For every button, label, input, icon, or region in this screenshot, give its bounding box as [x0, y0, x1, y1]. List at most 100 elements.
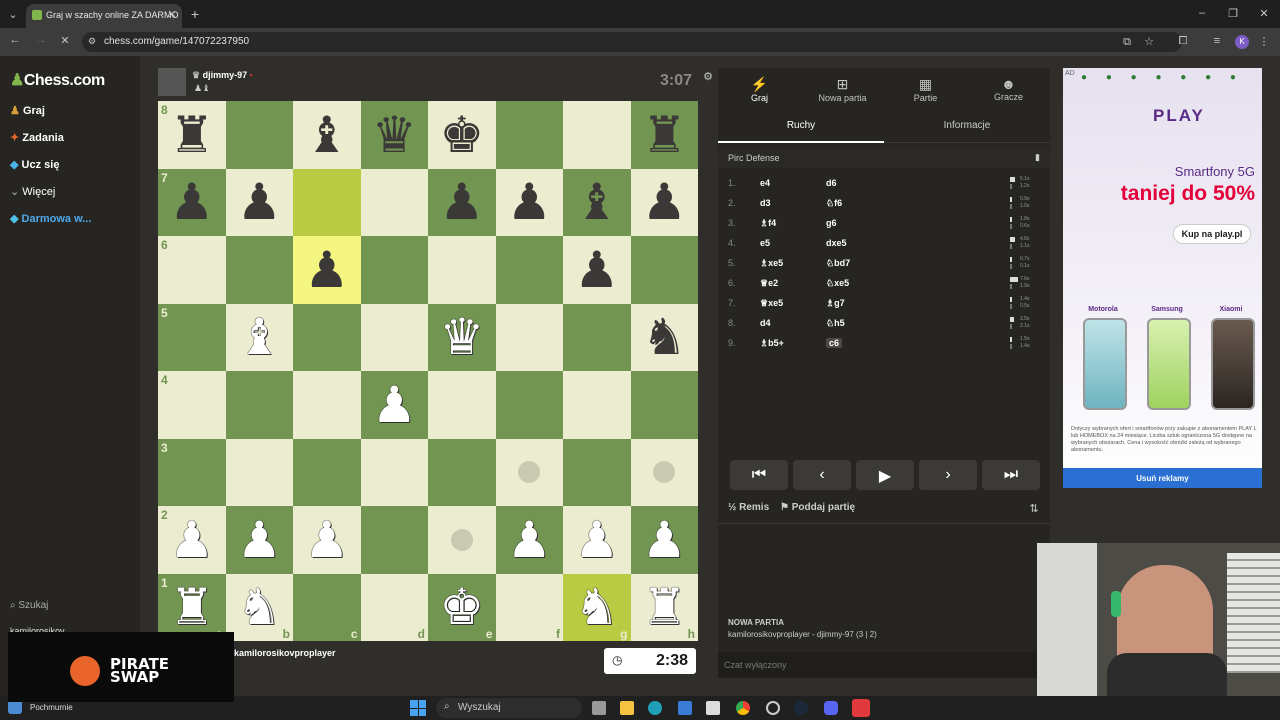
white-move[interactable]: ♕xe5	[760, 298, 783, 309]
black-king-piece[interactable]: ♚	[439, 110, 484, 160]
settings-app-icon[interactable]	[766, 701, 780, 715]
black-move[interactable]: c6	[826, 338, 843, 348]
resign-button[interactable]: ⚑ Poddaj partię	[780, 502, 855, 513]
square-g8[interactable]	[563, 101, 631, 169]
white-move[interactable]: d3	[760, 198, 771, 208]
white-move[interactable]: ♗f4	[760, 218, 776, 229]
white-pawn-piece[interactable]: ♟	[372, 380, 417, 430]
white-pawn-piece[interactable]: ♟	[642, 515, 687, 565]
square-f4[interactable]	[495, 371, 563, 439]
first-move-button[interactable]: ⏮	[730, 460, 788, 490]
white-pawn-piece[interactable]: ♟	[169, 515, 214, 565]
square-d4[interactable]: ♟	[360, 371, 428, 439]
white-knight-piece[interactable]: ♞	[574, 582, 619, 632]
white-rook-piece[interactable]: ♜	[642, 582, 687, 632]
white-rook-piece[interactable]: ♜	[169, 582, 214, 632]
maximize-icon[interactable]: ❐	[1227, 7, 1239, 20]
square-d6[interactable]	[360, 236, 428, 304]
back-icon[interactable]: ←	[8, 34, 22, 46]
flip-board-icon[interactable]: ⇅	[1028, 502, 1040, 515]
white-move[interactable]: d4	[760, 318, 771, 328]
square-e5[interactable]: ♛	[428, 303, 496, 371]
white-pawn-piece[interactable]: ♟	[507, 515, 552, 565]
next-move-button[interactable]: ›	[919, 460, 977, 490]
square-a7[interactable]: 7 ♟	[158, 168, 226, 236]
stop-loading-icon[interactable]: ✕	[58, 34, 72, 47]
square-c1[interactable]: c	[293, 573, 361, 641]
prev-move-button[interactable]: ‹	[793, 460, 851, 490]
chat-input[interactable]: Czat wyłączony	[718, 652, 1050, 678]
extensions-icon[interactable]: ⧠	[1176, 35, 1190, 48]
square-e2[interactable]	[428, 506, 496, 574]
taskbar-search[interactable]: ⌕ Wyszukaj	[436, 698, 582, 718]
legal-move-dot[interactable]	[450, 528, 473, 551]
square-b7[interactable]: ♟	[225, 168, 293, 236]
tab-new-game[interactable]: ⊞ Nowa partia	[801, 76, 884, 103]
minimize-icon[interactable]: –	[1196, 7, 1208, 19]
windows-start-icon[interactable]	[410, 700, 426, 716]
square-b3[interactable]	[225, 438, 293, 506]
black-pawn-piece[interactable]: ♟	[237, 177, 282, 227]
square-g6[interactable]: ♟	[563, 236, 631, 304]
tab-play[interactable]: ⚡ Graj	[718, 76, 801, 103]
square-f3[interactable]	[495, 438, 563, 506]
install-icon[interactable]: ⧉	[1120, 36, 1134, 49]
app-icon[interactable]	[852, 699, 870, 717]
white-pawn-piece[interactable]: ♟	[574, 515, 619, 565]
ad-cta-button[interactable]: Kup na play.pl	[1173, 224, 1251, 244]
square-g1[interactable]: g ♞	[563, 573, 631, 641]
remove-ads-button[interactable]: Usuń reklamy	[1063, 468, 1262, 488]
tab-close-icon[interactable]: ✕	[166, 8, 178, 21]
nav-item-puzzles[interactable]: ✦ Zadania	[10, 131, 64, 144]
white-pawn-piece[interactable]: ♟	[237, 515, 282, 565]
square-d3[interactable]	[360, 438, 428, 506]
square-h1[interactable]: h ♜	[630, 573, 698, 641]
nav-item-learn[interactable]: ◆ Ucz się	[10, 158, 59, 171]
top-player-avatar[interactable]	[158, 68, 186, 96]
white-king-piece[interactable]: ♚	[439, 582, 484, 632]
white-move[interactable]: ♕e2	[760, 278, 778, 289]
steam-icon[interactable]	[794, 701, 808, 715]
black-bishop-piece[interactable]: ♝	[574, 177, 619, 227]
tab-players[interactable]: ☻ Gracze	[967, 76, 1050, 102]
black-rook-piece[interactable]: ♜	[169, 110, 214, 160]
square-g5[interactable]	[563, 303, 631, 371]
play-button[interactable]: ▶	[856, 460, 914, 490]
black-move[interactable]: dxe5	[826, 238, 847, 248]
square-h5[interactable]: ♞	[630, 303, 698, 371]
bookmark-star-icon[interactable]: ☆	[1142, 35, 1156, 48]
square-f7[interactable]: ♟	[495, 168, 563, 236]
square-b2[interactable]: ♟	[225, 506, 293, 574]
black-move[interactable]: d6	[826, 178, 837, 188]
square-c6[interactable]: ♟	[293, 236, 361, 304]
square-c5[interactable]	[293, 303, 361, 371]
square-a5[interactable]: 5	[158, 303, 226, 371]
chess-logo[interactable]: ♟Chess.com	[10, 70, 105, 90]
site-info-icon[interactable]: ⚙	[88, 36, 96, 47]
square-b5[interactable]: ♝	[225, 303, 293, 371]
square-a8[interactable]: 8 ♜	[158, 101, 226, 169]
square-a2[interactable]: 2 ♟	[158, 506, 226, 574]
square-c8[interactable]: ♝	[293, 101, 361, 169]
task-view-icon[interactable]	[592, 701, 606, 715]
square-f1[interactable]: f	[495, 573, 563, 641]
draw-button[interactable]: ½ Remis	[728, 502, 769, 513]
square-c3[interactable]	[293, 438, 361, 506]
black-pawn-piece[interactable]: ♟	[304, 245, 349, 295]
square-e6[interactable]	[428, 236, 496, 304]
legal-move-dot[interactable]	[653, 461, 676, 484]
nav-item-more[interactable]: ⌄ Więcej	[10, 185, 55, 198]
square-h6[interactable]	[630, 236, 698, 304]
outlook-icon[interactable]	[678, 701, 692, 715]
subtab-moves[interactable]: Ruchy	[718, 118, 884, 143]
black-queen-piece[interactable]: ♛	[372, 110, 417, 160]
tab-search-list-icon[interactable]: ≡	[1210, 35, 1224, 47]
square-a1[interactable]: 1a♜	[158, 573, 226, 641]
top-player-name[interactable]: ♛ djimmy-97 ▪	[192, 70, 253, 81]
square-a3[interactable]: 3	[158, 438, 226, 506]
url-bar[interactable]: ⚙ chess.com/game/147072237950	[82, 32, 1182, 52]
tab-games[interactable]: ▦ Partie	[884, 76, 967, 103]
white-move[interactable]: ♗b5+	[760, 338, 784, 349]
square-h8[interactable]: ♜	[630, 101, 698, 169]
legal-move-dot[interactable]	[518, 461, 541, 484]
